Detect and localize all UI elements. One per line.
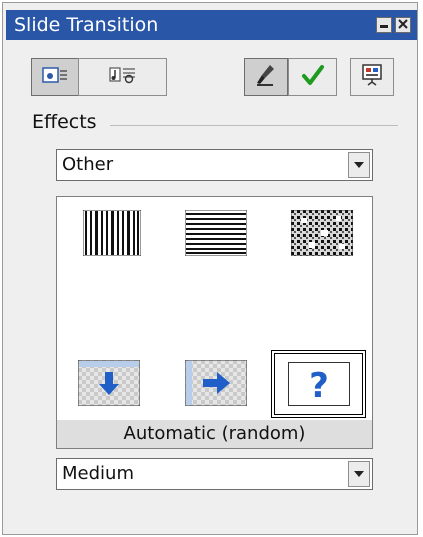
apply-button[interactable] bbox=[288, 58, 337, 96]
effect-cover-right[interactable] bbox=[184, 359, 248, 410]
arrow-right-icon bbox=[184, 359, 248, 410]
vertical-stripes-icon bbox=[82, 209, 142, 260]
effect-vertical-stripes[interactable] bbox=[82, 209, 142, 260]
arrow-down-icon bbox=[77, 359, 141, 410]
chevron-down-icon[interactable] bbox=[348, 152, 370, 178]
question-mark-icon: ? bbox=[288, 362, 350, 410]
selected-effect-caption: Automatic (random) bbox=[57, 420, 372, 448]
speed-value: Medium bbox=[62, 463, 134, 484]
effects-label: Effects bbox=[32, 111, 97, 133]
effect-cover-down[interactable] bbox=[77, 359, 141, 410]
music-note-icon bbox=[108, 65, 138, 89]
effect-dissolve[interactable] bbox=[290, 209, 354, 260]
dissolve-icon bbox=[290, 209, 354, 260]
title-bar: Slide Transition bbox=[6, 10, 417, 40]
slideshow-button[interactable] bbox=[350, 58, 394, 96]
effect-horizontal-stripes[interactable] bbox=[184, 209, 248, 260]
close-icon[interactable] bbox=[395, 17, 411, 33]
minimize-icon[interactable] bbox=[376, 17, 392, 33]
transition-view-button[interactable] bbox=[31, 58, 79, 96]
brush-icon bbox=[255, 63, 277, 91]
horizontal-stripes-icon bbox=[184, 209, 248, 260]
speed-dropdown[interactable]: Medium bbox=[56, 458, 373, 490]
slideshow-icon bbox=[360, 63, 384, 91]
slide-transition-icon bbox=[42, 66, 68, 88]
effects-separator bbox=[110, 125, 398, 126]
effects-category-value: Other bbox=[62, 154, 114, 175]
effect-automatic-random[interactable]: ? bbox=[271, 350, 366, 418]
checkmark-icon bbox=[301, 64, 325, 90]
sound-view-button[interactable] bbox=[78, 58, 167, 96]
preview-button[interactable] bbox=[244, 58, 288, 96]
effects-gallery: ? Automatic (random) bbox=[56, 196, 373, 449]
chevron-down-icon[interactable] bbox=[348, 461, 370, 487]
effects-category-dropdown[interactable]: Other bbox=[56, 149, 373, 181]
window-title: Slide Transition bbox=[14, 14, 159, 36]
random-glyph: ? bbox=[309, 366, 329, 406]
